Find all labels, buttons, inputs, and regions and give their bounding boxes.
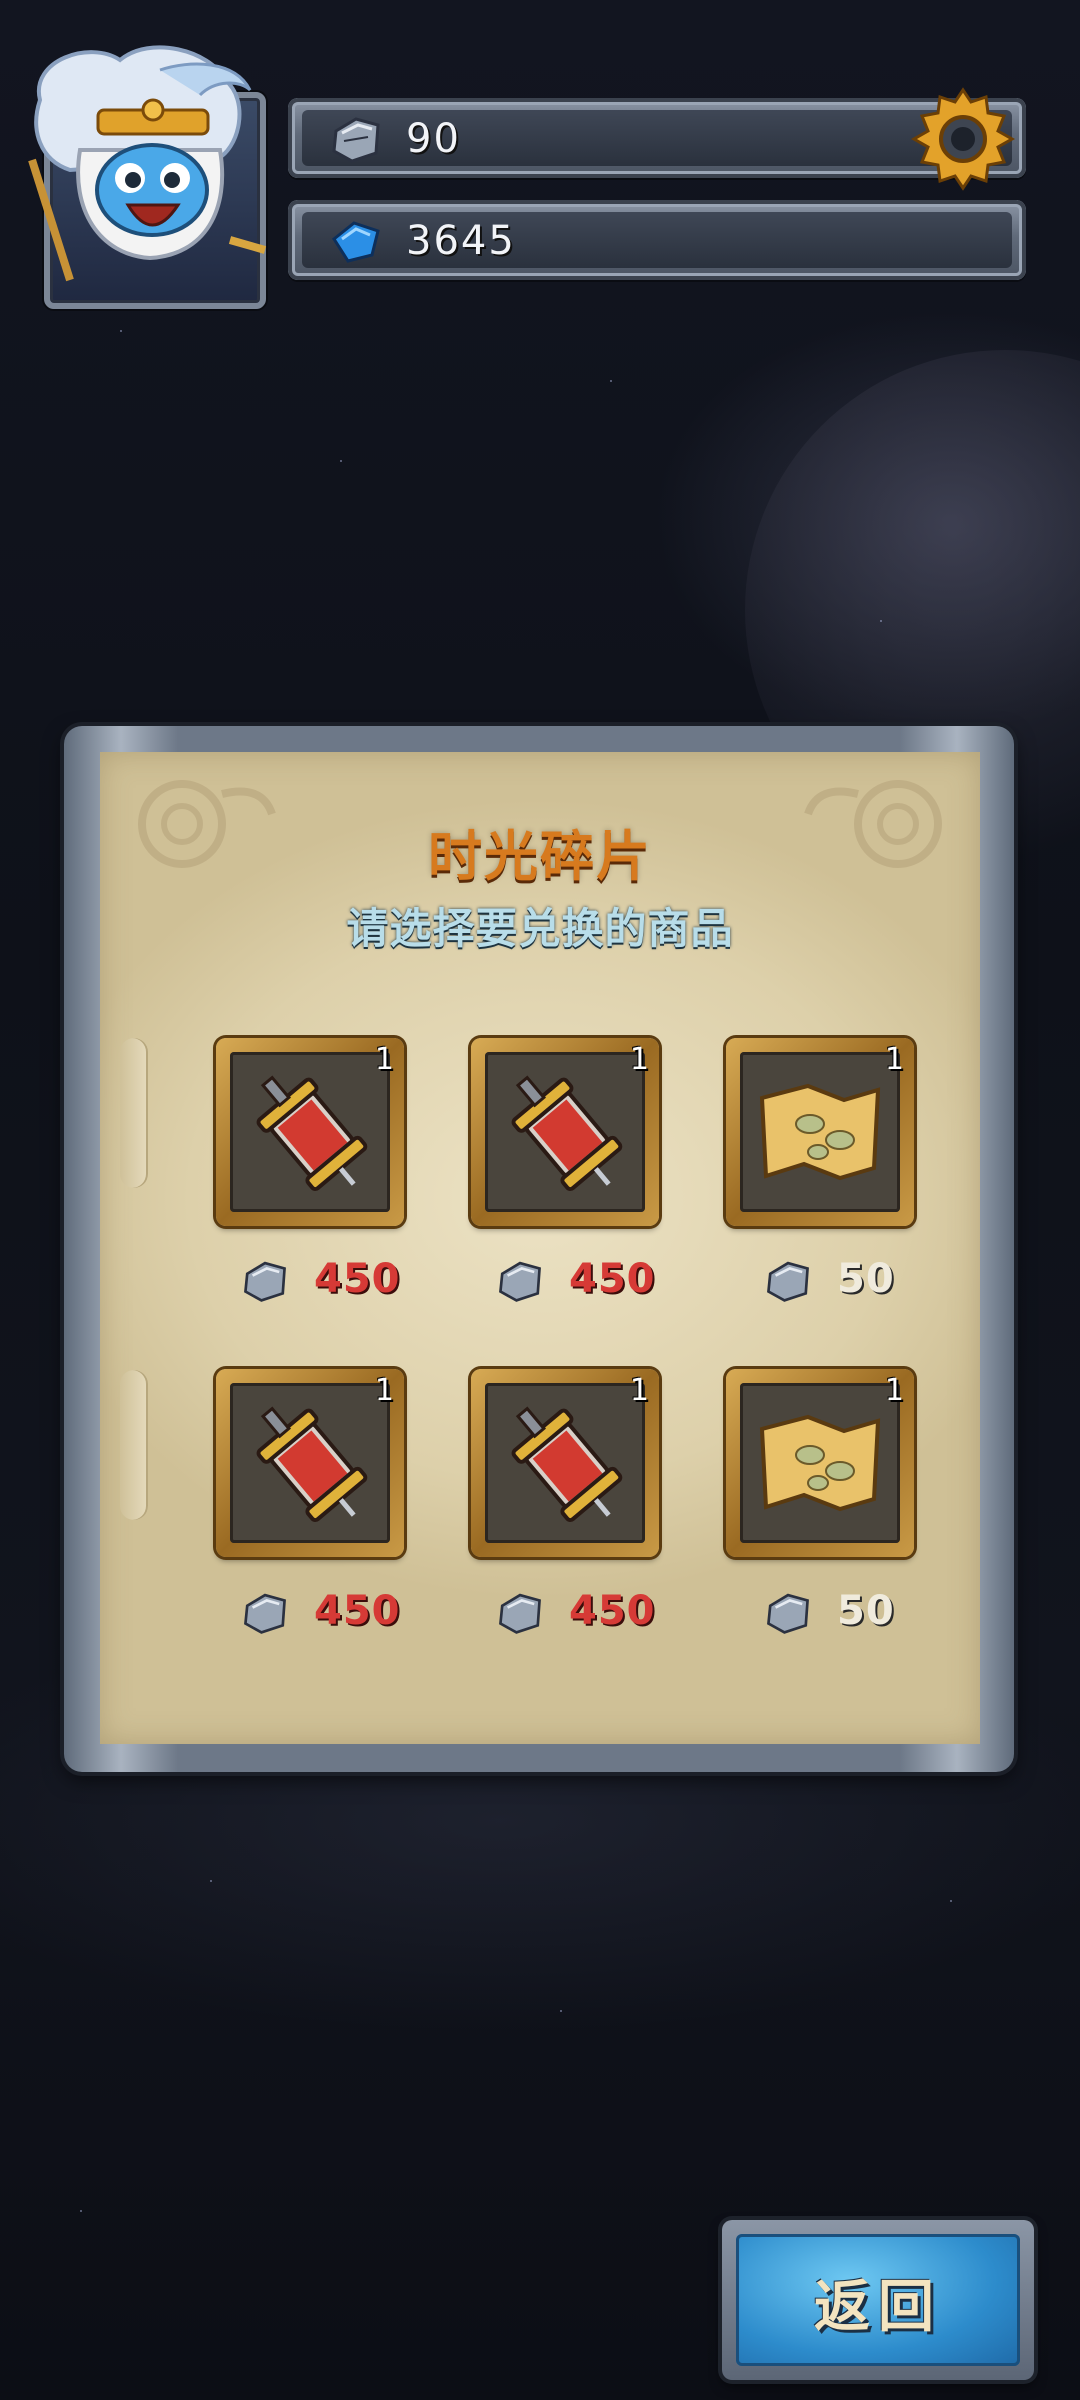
- row-scroll-tab: [120, 1038, 148, 1188]
- star: [120, 330, 122, 332]
- back-button-label: 返回: [814, 2275, 942, 2340]
- time-shard-icon: [332, 117, 380, 163]
- item-quantity: 1: [884, 1373, 904, 1408]
- syringe-icon: [511, 1075, 623, 1191]
- time-shard-icon: [767, 1261, 809, 1302]
- back-button[interactable]: 返回: [722, 2220, 1034, 2380]
- item-quantity: 1: [374, 1373, 394, 1408]
- time-shard-icon: [244, 1261, 286, 1302]
- shop-item-4[interactable]: 1: [216, 1369, 404, 1557]
- shop-subtitle: 请选择要兑换的商品: [346, 904, 734, 953]
- time-shard-count: 90: [406, 116, 461, 162]
- star: [610, 380, 612, 382]
- time-shard-icon: [499, 1261, 541, 1302]
- row-scroll-tab: [120, 1370, 148, 1520]
- syringe-icon: [256, 1075, 368, 1191]
- price-amount: 450: [569, 1588, 656, 1634]
- price-amount: 50: [837, 1588, 895, 1634]
- treasure-map-icon: [759, 1083, 881, 1181]
- game-screen: 90 3645 时光碎片 请选择要兑换的商品 1 1 1 450 450 50 …: [0, 0, 1080, 2400]
- syringe-icon: [256, 1406, 368, 1522]
- star: [210, 1880, 212, 1882]
- item-quantity: 1: [884, 1042, 904, 1077]
- treasure-map-icon: [759, 1414, 881, 1512]
- settings-gear-icon[interactable]: [908, 84, 1018, 194]
- price-amount: 450: [314, 1256, 401, 1302]
- price-amount: 450: [314, 1588, 401, 1634]
- item-quantity: 1: [374, 1042, 394, 1077]
- shop-item-6[interactable]: 1: [726, 1369, 914, 1557]
- time-shard-icon: [244, 1593, 286, 1634]
- syringe-icon: [511, 1406, 623, 1522]
- gem-counter: 3645: [288, 200, 1026, 280]
- star: [80, 2210, 82, 2212]
- item-quantity: 1: [629, 1042, 649, 1077]
- star: [560, 2010, 562, 2012]
- star: [340, 460, 342, 462]
- star: [950, 1900, 952, 1902]
- item-quantity: 1: [629, 1373, 649, 1408]
- gem-count: 3645: [406, 218, 516, 264]
- avatar[interactable]: [10, 40, 270, 290]
- time-shard-icon: [499, 1593, 541, 1634]
- shop-item-5[interactable]: 1: [471, 1369, 659, 1557]
- price-amount: 50: [837, 1256, 895, 1302]
- shop-item-2[interactable]: 1: [471, 1038, 659, 1226]
- shop-item-1[interactable]: 1: [216, 1038, 404, 1226]
- shop-item-3[interactable]: 1: [726, 1038, 914, 1226]
- star: [880, 620, 882, 622]
- blue-gem-icon: [332, 221, 380, 263]
- time-shard-icon: [767, 1593, 809, 1634]
- price-amount: 450: [569, 1256, 656, 1302]
- shop-title: 时光碎片: [428, 825, 652, 888]
